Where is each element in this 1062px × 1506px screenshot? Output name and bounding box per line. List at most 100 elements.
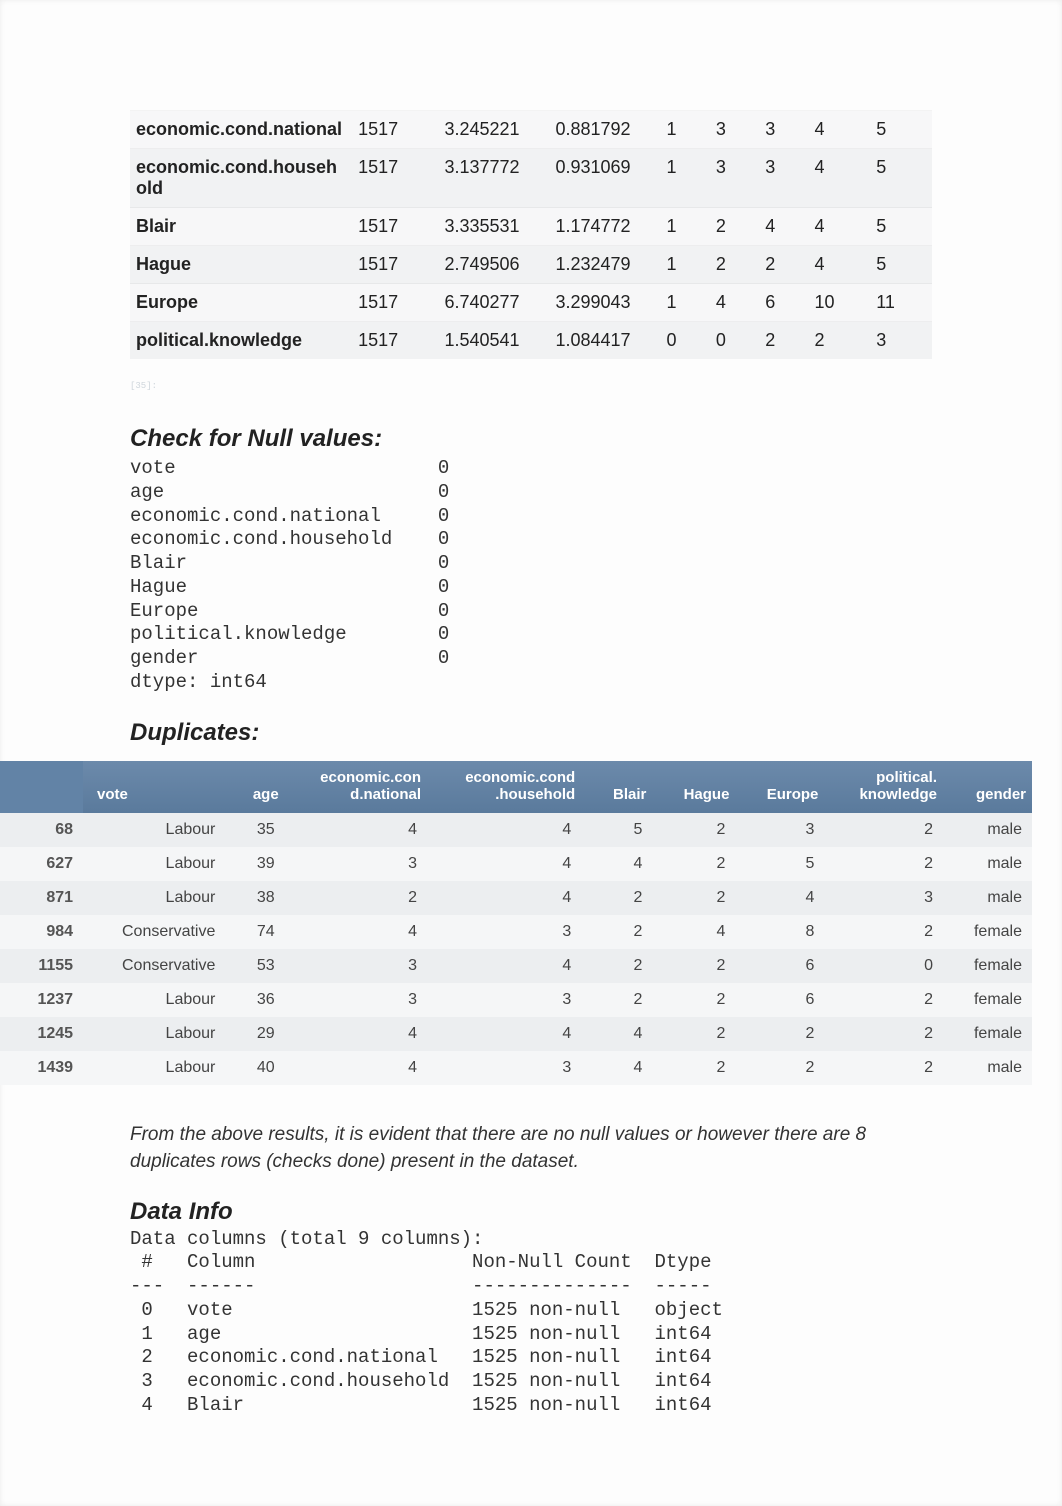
- dup-cell: 2: [824, 983, 943, 1017]
- stat-cell: 1517: [352, 208, 438, 246]
- dup-cell: 2: [581, 949, 652, 983]
- stat-cell: 4: [809, 111, 871, 149]
- dup-cell: female: [943, 1017, 1032, 1051]
- column-header: [0, 761, 83, 813]
- content-area: economic.cond.national15173.2452210.8817…: [50, 50, 1012, 747]
- stat-cell: 0.931069: [549, 149, 660, 208]
- stat-cell: 1: [661, 246, 710, 284]
- row-variable-name: economic.cond.national: [130, 111, 352, 149]
- row-index: 1237: [0, 983, 83, 1017]
- dup-cell: 2: [652, 983, 735, 1017]
- data-info-output: Data columns (total 9 columns): # Column…: [130, 1228, 932, 1418]
- dup-cell: 2: [735, 1051, 824, 1085]
- dup-cell: 8: [735, 915, 824, 949]
- stat-cell: 1517: [352, 322, 438, 360]
- dup-cell: 4: [581, 1017, 652, 1051]
- stat-cell: 1.232479: [549, 246, 660, 284]
- row-index: 1245: [0, 1017, 83, 1051]
- column-header: Hague: [652, 761, 735, 813]
- dup-cell: 2: [652, 949, 735, 983]
- stat-cell: 1.540541: [438, 322, 549, 360]
- stat-cell: 1.084417: [549, 322, 660, 360]
- row-index: 871: [0, 881, 83, 915]
- dup-cell: 4: [285, 813, 427, 847]
- dup-cell: Labour: [83, 1017, 225, 1051]
- dup-cell: 2: [824, 1051, 943, 1085]
- dup-cell: 2: [581, 983, 652, 1017]
- dup-cell: 2: [581, 881, 652, 915]
- dup-cell: 5: [735, 847, 824, 881]
- column-header: Blair: [581, 761, 652, 813]
- dup-cell: 3: [427, 983, 581, 1017]
- table-row: political.knowledge15171.5405411.0844170…: [130, 322, 932, 360]
- dup-cell: 6: [735, 983, 824, 1017]
- stat-cell: 1: [661, 149, 710, 208]
- dup-cell: 6: [735, 949, 824, 983]
- dup-cell: 35: [225, 813, 284, 847]
- stat-cell: 3.137772: [438, 149, 549, 208]
- dup-cell: 2: [652, 847, 735, 881]
- dup-cell: 4: [427, 881, 581, 915]
- column-header: Europe: [735, 761, 824, 813]
- dup-cell: 5: [581, 813, 652, 847]
- dup-cell: 53: [225, 949, 284, 983]
- stat-cell: 2: [759, 246, 808, 284]
- table-row: 1439Labour40434222male: [0, 1051, 1032, 1085]
- table-row: 1245Labour29444222female: [0, 1017, 1032, 1051]
- dup-cell: 4: [427, 847, 581, 881]
- stat-cell: 5: [870, 149, 932, 208]
- dup-cell: Labour: [83, 1051, 225, 1085]
- table-row: 871Labour38242243male: [0, 881, 1032, 915]
- dup-cell: Labour: [83, 881, 225, 915]
- dup-cell: 2: [824, 915, 943, 949]
- dup-cell: 2: [652, 1051, 735, 1085]
- dup-cell: 4: [285, 1051, 427, 1085]
- stat-cell: 2.749506: [438, 246, 549, 284]
- stat-cell: 5: [870, 246, 932, 284]
- dup-cell: 4: [285, 915, 427, 949]
- stat-cell: 1: [661, 284, 710, 322]
- null-values-output: vote 0 age 0 economic.cond.national 0 ec…: [130, 457, 932, 695]
- stat-cell: 0.881792: [549, 111, 660, 149]
- observation-note: From the above results, it is evident th…: [130, 1121, 932, 1176]
- describe-table: economic.cond.national15173.2452210.8817…: [130, 110, 932, 359]
- column-header: political. knowledge: [824, 761, 943, 813]
- table-row: 68Labour35445232male: [0, 813, 1032, 847]
- dup-cell: Labour: [83, 983, 225, 1017]
- dup-cell: 4: [581, 847, 652, 881]
- dup-cell: 39: [225, 847, 284, 881]
- dup-cell: 38: [225, 881, 284, 915]
- table-row: 627Labour39344252male: [0, 847, 1032, 881]
- dup-cell: female: [943, 983, 1032, 1017]
- row-variable-name: Hague: [130, 246, 352, 284]
- row-index: 984: [0, 915, 83, 949]
- dup-cell: Conservative: [83, 949, 225, 983]
- stat-cell: 2: [710, 208, 759, 246]
- row-index: 68: [0, 813, 83, 847]
- dup-cell: 2: [285, 881, 427, 915]
- duplicates-table: voteageeconomic.con d.nationaleconomic.c…: [0, 761, 1032, 1085]
- row-index: 1155: [0, 949, 83, 983]
- dup-cell: Labour: [83, 847, 225, 881]
- column-header: age: [225, 761, 284, 813]
- dup-cell: 74: [225, 915, 284, 949]
- dup-cell: 2: [581, 915, 652, 949]
- dup-cell: 2: [824, 1017, 943, 1051]
- dup-cell: 4: [285, 1017, 427, 1051]
- stat-cell: 2: [710, 246, 759, 284]
- stat-cell: 1: [661, 111, 710, 149]
- stat-cell: 0: [710, 322, 759, 360]
- stat-cell: 6.740277: [438, 284, 549, 322]
- table-row: 984Conservative74432482female: [0, 915, 1032, 949]
- stat-cell: 6: [759, 284, 808, 322]
- table-row: Europe15176.7402773.2990431461011: [130, 284, 932, 322]
- table-row: Blair15173.3355311.17477212445: [130, 208, 932, 246]
- duplicates-section-title: Duplicates:: [130, 719, 932, 747]
- dup-cell: 3: [824, 881, 943, 915]
- table-row: 1155Conservative53342260female: [0, 949, 1032, 983]
- dup-cell: 2: [735, 1017, 824, 1051]
- dup-cell: 2: [824, 847, 943, 881]
- stat-cell: 3: [759, 111, 808, 149]
- column-header: vote: [83, 761, 225, 813]
- dup-cell: 3: [285, 949, 427, 983]
